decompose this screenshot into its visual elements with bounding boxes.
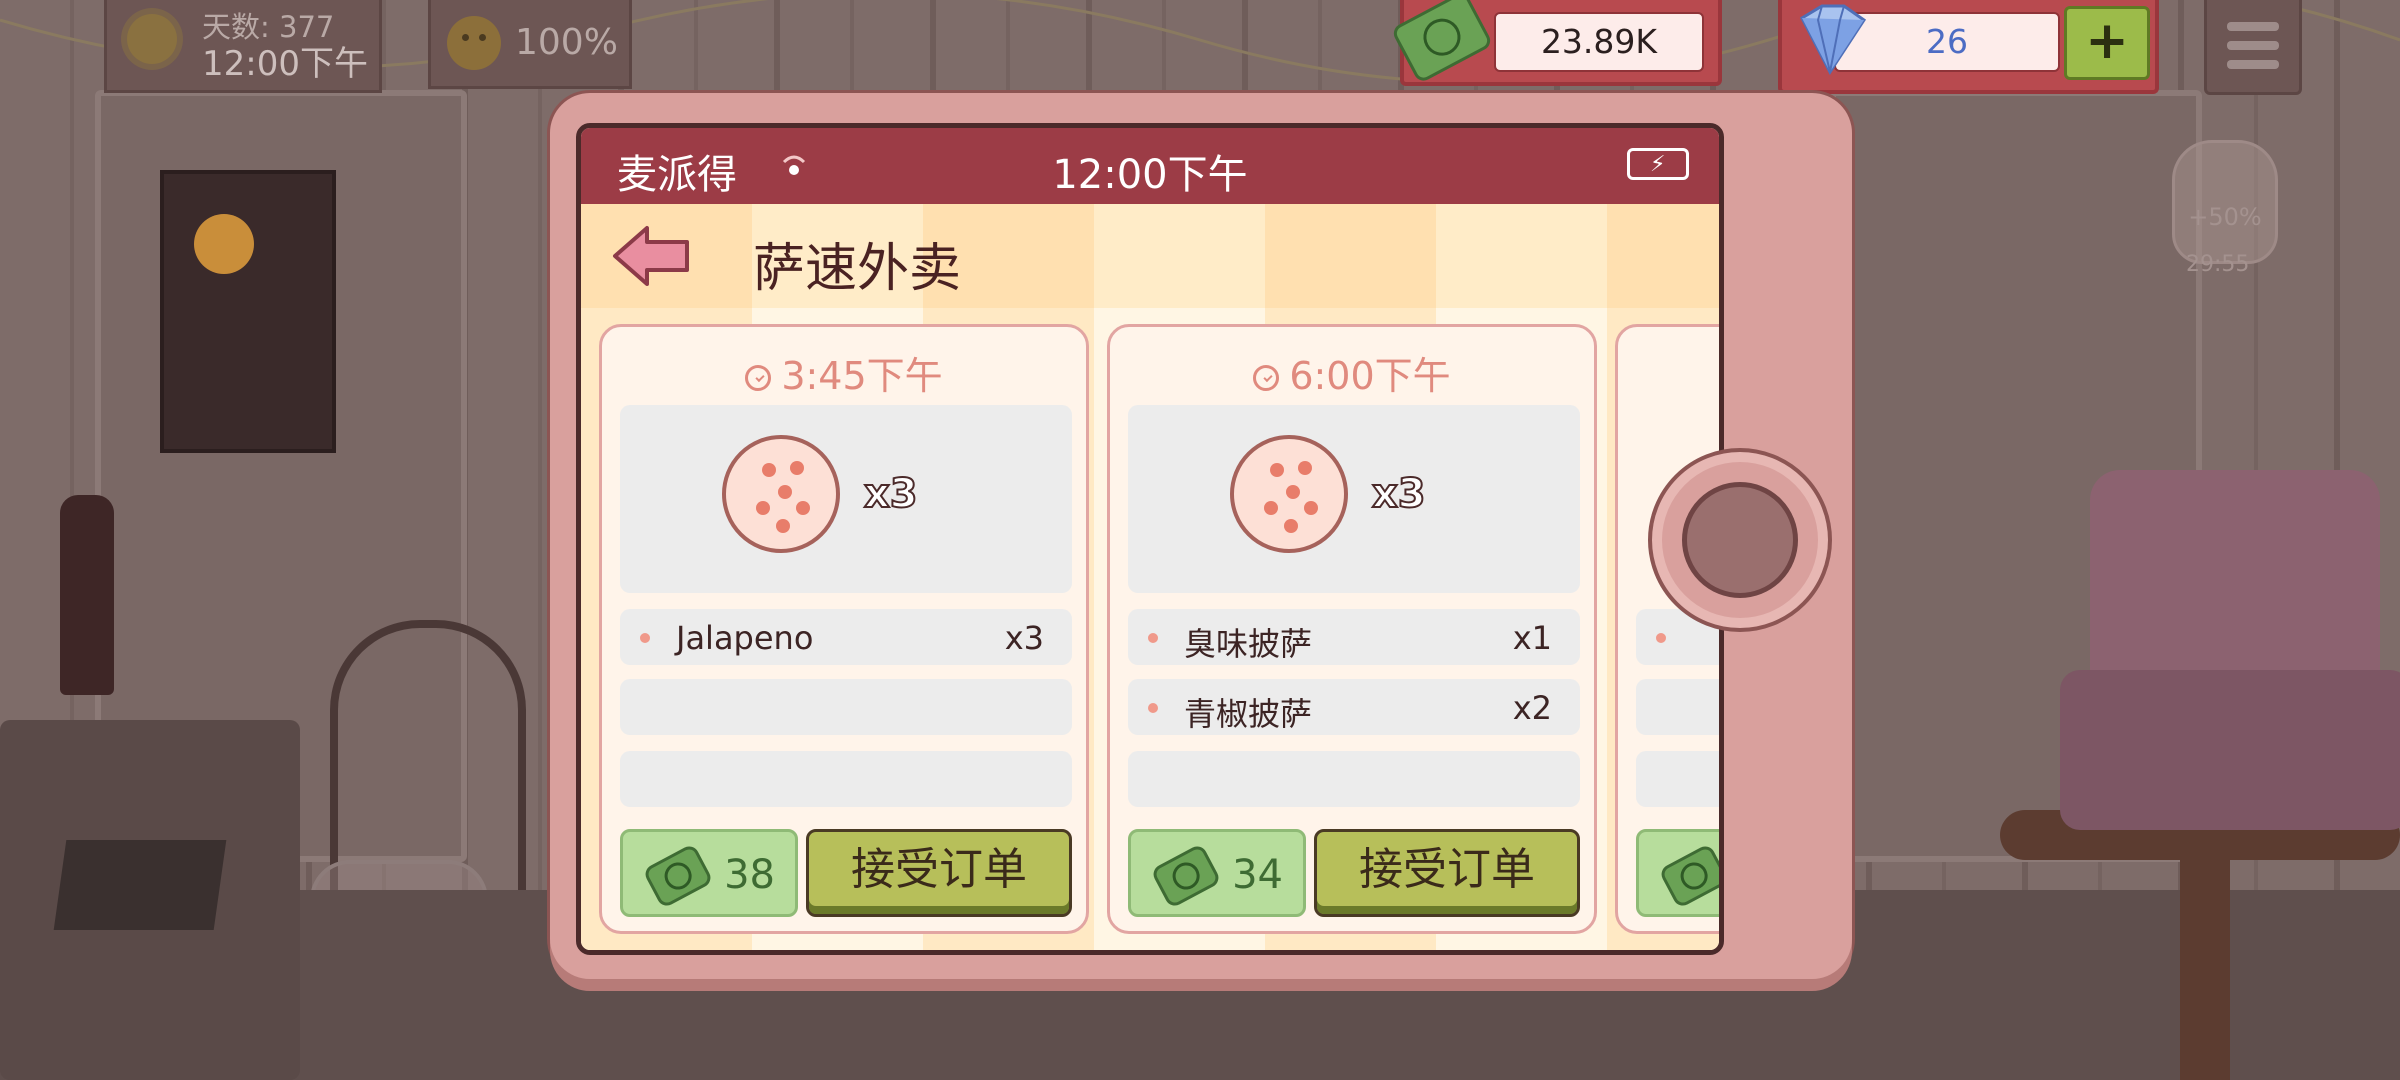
order-item: 青椒披萨 x2 <box>1128 679 1580 735</box>
menu-icon <box>2227 22 2279 31</box>
decorated-cake <box>2060 470 2400 830</box>
bullet-icon <box>640 633 650 643</box>
money-icon <box>1150 842 1222 910</box>
boost-jar-icon[interactable]: +50% <box>2172 140 2278 264</box>
order-item-empty <box>620 679 1072 735</box>
status-clock: 12:00下午 <box>1052 152 1248 198</box>
app-title: 萨速外卖 <box>753 239 962 299</box>
add-gems-button[interactable]: + <box>2064 6 2150 80</box>
order-item-empty <box>1636 751 1719 807</box>
pizza-poster <box>160 170 336 453</box>
cash-amount: 23.89K <box>1540 22 1658 61</box>
item-qty: x3 <box>1004 619 1044 657</box>
battery-icon: ⚡ <box>1627 148 1689 180</box>
order-deadline: 6:00下午 <box>1110 345 1594 400</box>
order-time: 6:00下午 <box>1289 354 1451 398</box>
order-card: 3:45下午 x3 Jalapeno x3 38 接受订单 <box>599 324 1089 934</box>
orders-list: 3:45下午 x3 Jalapeno x3 38 接受订单 6:00下午 x3 … <box>581 308 1719 950</box>
money-icon <box>642 842 714 910</box>
pizza-count: x3 <box>1371 470 1427 518</box>
order-item-empty <box>1128 751 1580 807</box>
item-qty: x2 <box>1512 689 1552 727</box>
sun-icon <box>127 14 177 64</box>
order-preview: x3 <box>1128 405 1580 593</box>
satisfaction-percent: 100% <box>515 22 618 63</box>
order-time: 3:45下午 <box>781 354 943 398</box>
smiley-icon <box>447 16 501 70</box>
menu-icon-bar <box>2227 60 2279 69</box>
money-icon <box>1390 0 1494 85</box>
accept-order-button[interactable]: 接受订单 <box>806 829 1072 917</box>
accept-order-button[interactable]: 接受订单 <box>1314 829 1580 917</box>
wine-bottle <box>60 495 114 695</box>
phone-status-bar: 麦派得 12:00下午 ⚡ <box>581 128 1719 204</box>
order-item: 臭味披萨 x1 <box>1128 609 1580 665</box>
cash-register <box>0 720 300 1080</box>
order-preview: x3 <box>620 405 1072 593</box>
item-name: Jalapeno <box>676 619 814 657</box>
clock-icon <box>1253 365 1280 391</box>
item-qty: x1 <box>1512 619 1552 657</box>
home-button-face <box>1682 482 1798 598</box>
order-card-partial[interactable] <box>1615 324 1719 934</box>
bullet-icon <box>1148 703 1158 713</box>
app-header: 萨速外卖 <box>581 204 1719 308</box>
diamond-icon <box>1800 4 1867 75</box>
clock-icon <box>745 365 772 391</box>
order-item-empty <box>1636 679 1719 735</box>
boost-timer: 29:55 <box>2186 252 2250 277</box>
bullet-icon <box>1656 633 1666 643</box>
order-reward: 38 <box>620 829 798 917</box>
reward-amount: 34 <box>1232 852 1283 898</box>
money-icon <box>1658 842 1719 910</box>
reward-amount: 38 <box>724 852 775 898</box>
satisfaction-panel: 100% <box>428 0 632 89</box>
item-name: 青椒披萨 <box>1184 695 1313 733</box>
pizza-icon <box>722 435 840 553</box>
day-time-panel: 天数: 377 12:00下午 <box>104 0 382 93</box>
gems-panel: 26 + <box>1778 0 2159 94</box>
item-name: 臭味披萨 <box>1184 625 1313 663</box>
cash-panel: 23.89K <box>1390 0 1722 86</box>
menu-button[interactable] <box>2204 0 2302 95</box>
order-reward <box>1636 829 1719 917</box>
pizza-icon <box>1230 435 1348 553</box>
order-item: Jalapeno x3 <box>620 609 1072 665</box>
cash-field: 23.89K <box>1494 12 1704 72</box>
game-clock: 12:00下午 <box>202 44 368 84</box>
menu-icon-bar <box>2227 41 2279 50</box>
cake-stand-leg <box>2180 850 2230 1080</box>
order-reward: 34 <box>1128 829 1306 917</box>
order-card: 6:00下午 x3 臭味披萨 x1 青椒披萨 x2 34 接受订单 <box>1107 324 1597 934</box>
phone-home-button[interactable] <box>1648 448 1832 632</box>
order-item-empty <box>620 751 1072 807</box>
boost-label: +50% <box>2188 203 2262 231</box>
phone-screen: 麦派得 12:00下午 ⚡ 萨速外卖 3:45下午 x3 Jalapeno x3… <box>576 123 1724 955</box>
order-deadline: 3:45下午 <box>602 345 1086 400</box>
pizza-count: x3 <box>863 470 919 518</box>
back-arrow-icon[interactable] <box>611 224 691 288</box>
bullet-icon <box>1148 633 1158 643</box>
